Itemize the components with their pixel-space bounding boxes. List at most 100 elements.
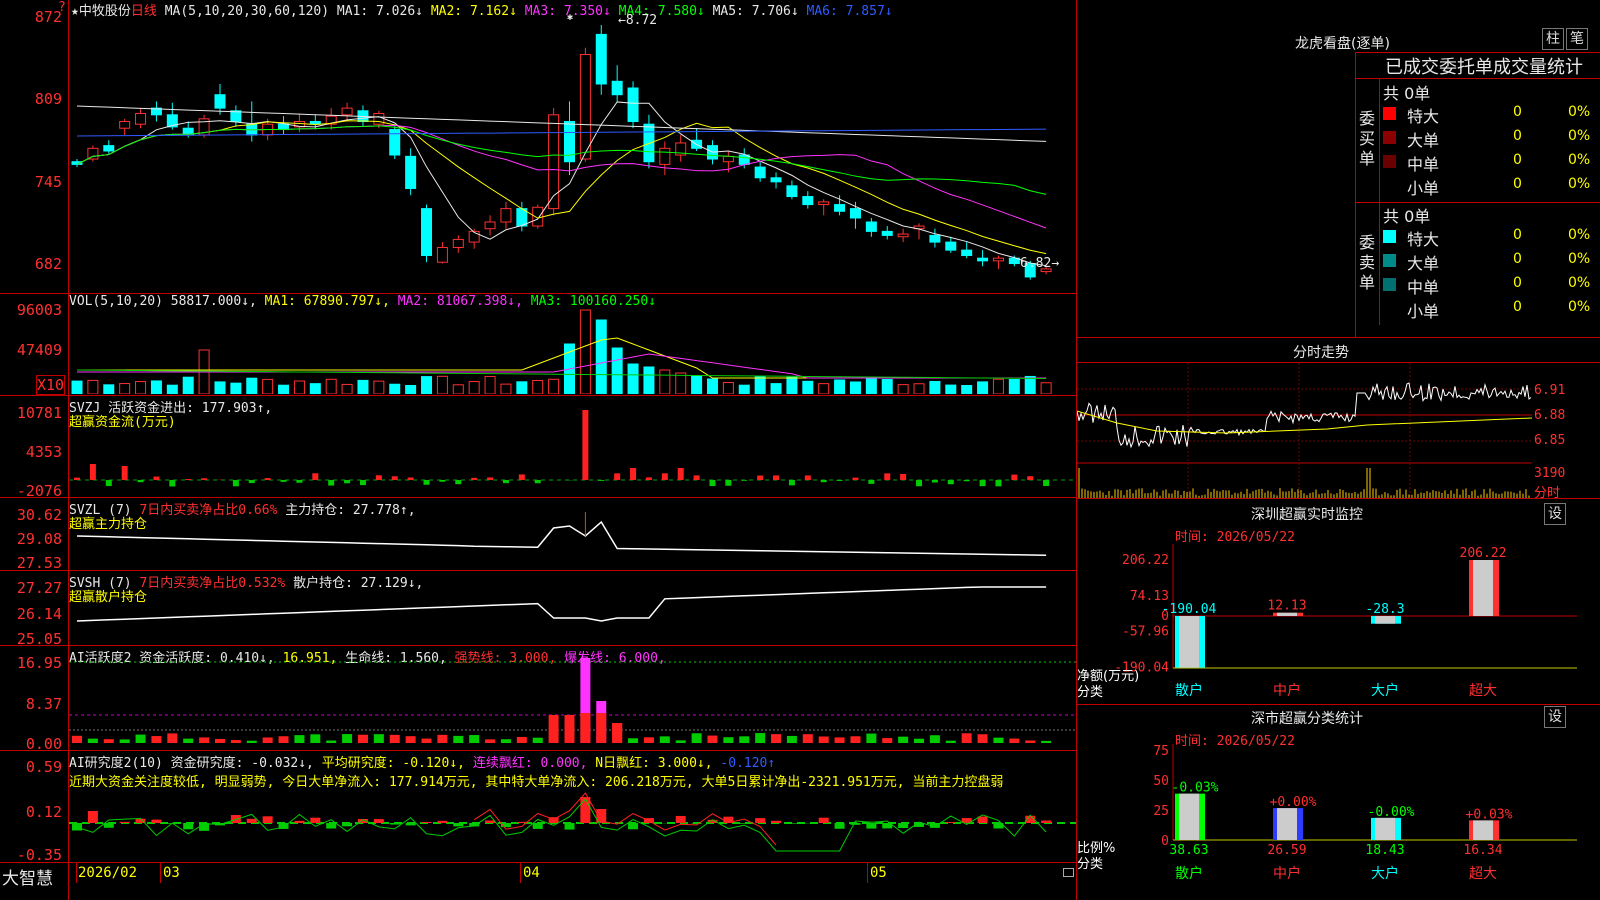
- flow-bar: [169, 480, 176, 487]
- research-bar: [485, 820, 496, 823]
- intraday-tick: 3190: [1534, 466, 1566, 481]
- activity-bar: [643, 737, 654, 743]
- volume-bar: [389, 383, 401, 394]
- flow-bar: [137, 480, 144, 483]
- lock-icon[interactable]: [1063, 868, 1074, 877]
- research-bar: [119, 821, 130, 823]
- research-bar: [342, 823, 353, 827]
- volume-bar: [659, 369, 671, 394]
- volume-tick: 96003: [16, 301, 62, 319]
- activity-bar-base: [612, 723, 623, 743]
- activity-bar: [469, 735, 480, 743]
- sz-bar-inner: [1179, 616, 1199, 668]
- volume-chart[interactable]: [69, 308, 1076, 394]
- research-bar: [87, 811, 98, 823]
- flow-bar: [121, 466, 128, 480]
- volume-bar: [500, 383, 512, 394]
- sz-axis-tick: -57.96: [1122, 625, 1169, 640]
- volume-bar: [214, 381, 226, 394]
- candle-body: [722, 155, 734, 163]
- volume-bar: [977, 381, 989, 394]
- date-axis: 大智慧 2026/02 03 04 05: [0, 863, 1076, 889]
- candle-body: [103, 145, 115, 152]
- activity-chart[interactable]: [69, 646, 1076, 749]
- volume-bar: [1040, 382, 1052, 394]
- activity-bar: [802, 734, 813, 743]
- research-bar: [755, 818, 766, 823]
- buy-orders-box: 委买单 共 0单 特大 0 0% 大单 0 0% 中单 0 0% 小单 0 0%: [1355, 79, 1600, 202]
- ma-line: [76, 105, 1047, 142]
- ai1-tick: 0.00: [25, 735, 62, 753]
- candle-body: [436, 246, 448, 263]
- cls-ylabel: 比例%: [1077, 841, 1115, 856]
- order-row-label: 特大: [1407, 230, 1440, 249]
- candle-body: [643, 123, 655, 163]
- price-tick: 745: [34, 173, 62, 191]
- volume-bar: [802, 380, 814, 394]
- volume-header: VOL(5,10,20) 58817.000↓, MA1: 67890.797↓…: [69, 294, 657, 309]
- volume-bar: [71, 380, 83, 394]
- cls-ratio-chart[interactable]: 75 50 25 0 -0.03% 38.63 散户 +0.00% 26.59 中户 -0.00% 1…: [1077, 744, 1600, 900]
- volume-bar: [182, 376, 194, 394]
- order-row-label: 大单: [1407, 254, 1440, 273]
- cls-axis-tick: 0: [1161, 834, 1169, 849]
- order-color-swatch: [1383, 107, 1396, 120]
- order-row: 特大 0 0%: [1383, 103, 1598, 126]
- sz-settings-button[interactable]: 设: [1544, 503, 1566, 525]
- intraday-tick: 6.91: [1534, 383, 1566, 398]
- cls-bar-top-label: +0.00%: [1270, 795, 1317, 810]
- volume-bar: [738, 384, 750, 394]
- cls-settings-button[interactable]: 设: [1544, 706, 1566, 728]
- main-holding-chart[interactable]: [69, 500, 1076, 569]
- svzj-tick: 4353: [25, 443, 62, 461]
- intraday-avg-line: [1077, 410, 1532, 434]
- activity-bar: [882, 738, 893, 743]
- flow-bar: [963, 480, 970, 482]
- column-view-button[interactable]: 柱: [1542, 28, 1564, 50]
- research-bar: [453, 823, 464, 827]
- flow-bar: [979, 480, 986, 487]
- tick-view-button[interactable]: 笔: [1566, 28, 1588, 50]
- retail-holding-chart[interactable]: [69, 573, 1076, 644]
- research-bar: [580, 797, 591, 823]
- activity-bar: [167, 733, 178, 743]
- research-bar: [818, 817, 829, 823]
- cls-xlabel: 分类: [1077, 857, 1103, 872]
- candlestick-chart[interactable]: [69, 14, 1076, 292]
- flow-bar: [852, 477, 859, 480]
- intraday-chart[interactable]: [1077, 363, 1532, 498]
- sz-bar-label: 12.13: [1267, 599, 1306, 614]
- cls-category-label: 超大: [1469, 866, 1497, 882]
- fund-flow-chart[interactable]: [69, 398, 1076, 496]
- research-chart[interactable]: [69, 751, 1076, 861]
- activity-bar: [199, 737, 210, 743]
- research-bar: [373, 819, 384, 823]
- sz-net-chart[interactable]: 206.2274.130-57.96-190.04-190.04散户12.13中…: [1077, 544, 1600, 704]
- intraday-tick: 6.85: [1534, 433, 1566, 448]
- flow-bar: [296, 480, 303, 483]
- order-row-count: 0: [1513, 251, 1522, 267]
- flow-bar: [439, 480, 446, 482]
- order-row: 中单 0 0%: [1383, 151, 1598, 174]
- volume-bar: [992, 378, 1004, 394]
- activity-bar: [1009, 738, 1020, 743]
- activity-bar: [786, 735, 797, 743]
- candle-body: [818, 201, 830, 206]
- volume-bar: [246, 377, 258, 394]
- volume-bar: [293, 380, 305, 394]
- research-bar: [103, 823, 114, 828]
- flow-bar: [359, 480, 366, 486]
- research-bar: [628, 823, 639, 830]
- candle-body: [119, 121, 131, 129]
- volume-bar: [929, 380, 941, 394]
- sz-monitor-title: 深圳超赢实时监控: [1251, 507, 1363, 523]
- activity-bar: [818, 736, 829, 743]
- activity-bar: [739, 736, 750, 743]
- kline-area[interactable]: ? ★中牧股份日线 MA(5,10,20,30,60,120) MA1: 7.0…: [0, 0, 1077, 900]
- activity-bar: [373, 734, 384, 743]
- activity-bar: [532, 737, 543, 743]
- high-marker-icon: ✱: [567, 12, 574, 23]
- research-bar: [1041, 820, 1052, 823]
- svsh-tick: 26.14: [16, 605, 62, 623]
- flow-bar: [645, 477, 652, 480]
